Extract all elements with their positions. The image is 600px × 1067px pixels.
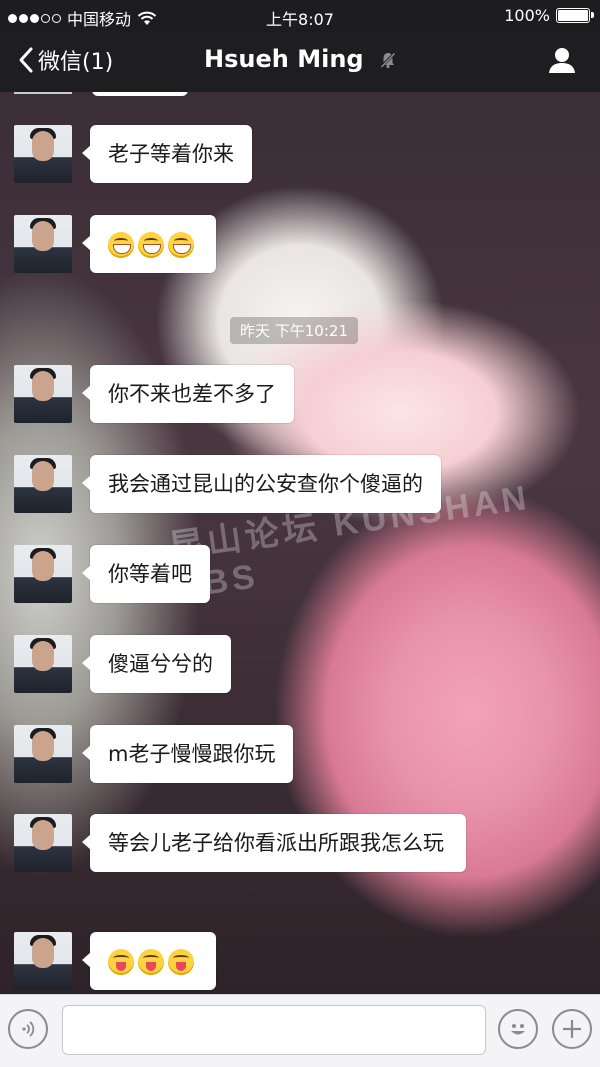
profile-button[interactable] [548,46,576,78]
message-bubble[interactable]: 你不来也差不多了 [82,365,294,423]
message-bubble[interactable]: 傻逼兮兮的 [82,635,231,693]
message-row: 你不来也差不多了 [14,365,294,423]
status-bar: 中国移动 上午8:07 100% [0,0,600,32]
chat-area[interactable]: 老子等着你来 昨天 下午10:21 你不来也差不多了 我会通过昆山的公安查你个傻… [0,92,600,994]
message-row [14,932,216,990]
person-icon [549,48,575,73]
voice-icon [22,1021,35,1037]
avatar[interactable] [14,365,72,423]
avatar[interactable] [14,215,72,273]
message-bubble[interactable]: 你等着吧 [82,545,210,603]
message-timestamp: 昨天 下午10:21 [230,317,358,344]
battery-percent: 100% [504,6,550,25]
avatar[interactable] [14,545,72,603]
wink-emoji-icon [168,949,194,975]
grin-emoji-icon [138,232,164,258]
battery-group: 100% [504,6,594,25]
plus-button[interactable] [552,1009,592,1049]
message-bubble[interactable]: 我会通过昆山的公安查你个傻逼的 [82,455,441,513]
message-bubble[interactable] [82,932,216,990]
message-bubble[interactable] [92,92,188,96]
wink-emoji-icon [108,949,134,975]
message-bubble[interactable]: m老子慢慢跟你玩 [81,725,294,783]
avatar[interactable] [14,814,72,872]
smiley-icon [511,1024,525,1035]
message-row: 等会儿老子给你看派出所跟我怎么玩 [14,814,466,872]
wink-emoji-icon [138,949,164,975]
input-bar [0,994,600,1067]
contact-name: Hsueh Ming [204,45,364,73]
message-bubble[interactable] [82,215,216,273]
voice-button[interactable] [8,1009,48,1049]
avatar[interactable] [14,125,72,183]
grin-emoji-icon [168,232,194,258]
battery-icon [556,8,594,23]
message-row: 你等着吧 [14,545,210,603]
emoji-button[interactable] [498,1009,538,1049]
avatar[interactable] [14,92,72,94]
mute-icon [379,51,396,69]
message-input[interactable] [62,1005,486,1055]
message-row: 我会通过昆山的公安查你个傻逼的 [14,455,441,513]
avatar[interactable] [14,932,72,990]
plus-icon [563,1020,581,1038]
grin-emoji-icon [108,232,134,258]
message-bubble[interactable]: 等会儿老子给你看派出所跟我怎么玩 [82,814,466,872]
message-row: 老子等着你来 [14,125,252,183]
message-row [14,215,216,273]
message-row: m老子慢慢跟你玩 [14,725,294,783]
navigation-bar: 微信(1) Hsueh Ming [0,32,600,92]
avatar[interactable] [14,455,72,513]
message-row: 傻逼兮兮的 [14,635,231,693]
avatar[interactable] [14,635,72,693]
chat-title: Hsueh Ming [0,45,600,73]
message-bubble[interactable]: 老子等着你来 [82,125,252,183]
avatar[interactable] [14,725,72,783]
